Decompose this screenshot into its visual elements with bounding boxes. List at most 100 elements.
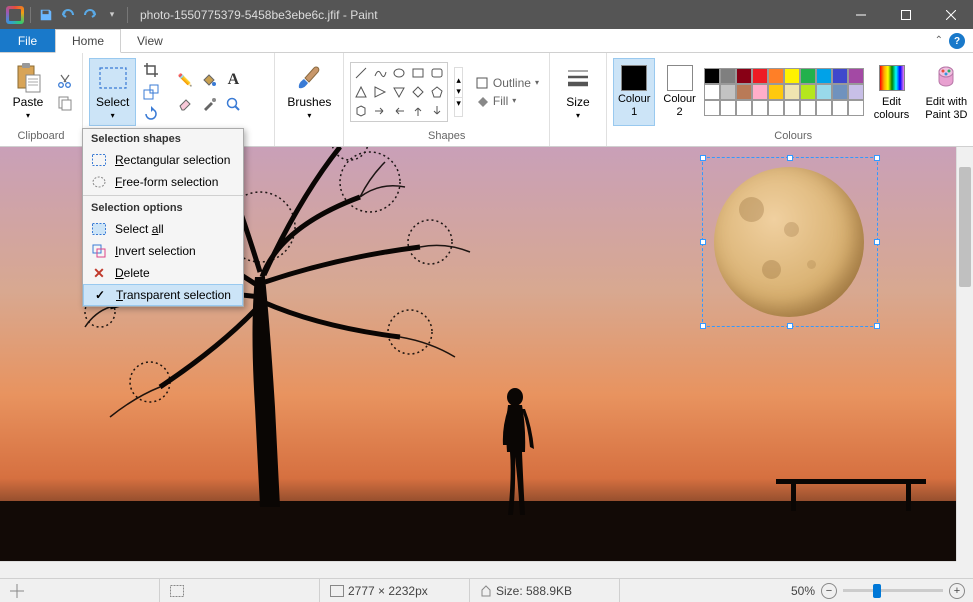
colour-swatch[interactable] (784, 84, 800, 100)
colour-swatch[interactable] (816, 68, 832, 84)
redo-icon[interactable] (81, 6, 99, 24)
close-button[interactable] (928, 0, 973, 29)
zoom-in-button[interactable]: + (949, 583, 965, 599)
selection-handle-n[interactable] (787, 155, 793, 161)
selection-handle-sw[interactable] (700, 323, 706, 329)
app-icon (6, 6, 24, 24)
minimize-button[interactable] (838, 0, 883, 29)
shape-outline-button[interactable]: Outline ▾ (471, 75, 543, 91)
selection-handle-s[interactable] (787, 323, 793, 329)
colour-swatch[interactable] (704, 84, 720, 100)
colour-swatch[interactable] (736, 68, 752, 84)
colour-swatch[interactable] (816, 100, 832, 116)
selection-handle-se[interactable] (874, 323, 880, 329)
selection-handle-ne[interactable] (874, 155, 880, 161)
menu-invert-selection[interactable]: Invert selection (83, 240, 243, 262)
menu-delete[interactable]: ✕ Delete (83, 262, 243, 284)
group-label-colours: Colours (774, 128, 812, 144)
dropdown-header-options: Selection options (83, 198, 243, 218)
size-button[interactable]: Size▾ (556, 58, 600, 126)
colour-picker-tool[interactable] (198, 93, 220, 115)
colour-swatch[interactable] (800, 68, 816, 84)
colour-2-button[interactable]: Colour 2 (659, 58, 699, 126)
statusbar: 2777 × 2232px Size: 588.9KB 50% − + (0, 578, 973, 602)
menu-select-all[interactable]: Select all (83, 218, 243, 240)
colour-swatch[interactable] (752, 84, 768, 100)
magnifier-tool[interactable] (222, 93, 244, 115)
colour-swatch[interactable] (704, 100, 720, 116)
colour-swatch[interactable] (752, 100, 768, 116)
colour-swatch[interactable] (720, 100, 736, 116)
status-image-dimensions: 2777 × 2232px (320, 579, 470, 602)
resize-icon[interactable] (142, 83, 160, 101)
minimize-ribbon-icon[interactable]: ⌃ (935, 35, 943, 46)
shapes-gallery[interactable] (350, 62, 448, 122)
undo-icon[interactable] (59, 6, 77, 24)
colour-swatch[interactable] (784, 68, 800, 84)
edit-colours-button[interactable]: Edit colours (868, 58, 915, 126)
selection-box[interactable] (702, 157, 878, 327)
selection-handle-w[interactable] (700, 239, 706, 245)
colour-swatch[interactable] (800, 100, 816, 116)
select-icon (97, 62, 129, 94)
checkmark-icon: ✓ (92, 287, 108, 303)
colour-swatch[interactable] (848, 84, 864, 100)
pencil-tool[interactable]: ✏️ (174, 69, 196, 91)
select-all-icon (91, 221, 107, 237)
colour-swatch[interactable] (768, 100, 784, 116)
selection-handle-nw[interactable] (700, 155, 706, 161)
rotate-icon[interactable] (142, 105, 160, 123)
menu-free-form-selection[interactable]: Free-form selection (83, 171, 243, 193)
colour-swatch[interactable] (848, 100, 864, 116)
colour-swatch[interactable] (832, 68, 848, 84)
colour-swatch[interactable] (704, 68, 720, 84)
colour-swatch[interactable] (816, 84, 832, 100)
colour-1-button[interactable]: Colour 1 (613, 58, 655, 126)
vertical-scrollbar[interactable] (956, 147, 973, 561)
zoom-slider[interactable] (843, 589, 943, 592)
colour-swatch[interactable] (848, 68, 864, 84)
maximize-button[interactable] (883, 0, 928, 29)
text-tool[interactable]: A (222, 69, 244, 91)
colour-palette[interactable] (704, 68, 864, 116)
colour-swatch[interactable] (784, 100, 800, 116)
zoom-out-button[interactable]: − (821, 583, 837, 599)
tab-view[interactable]: View (121, 29, 180, 52)
tab-home[interactable]: Home (55, 29, 121, 53)
shape-fill-button[interactable]: Fill ▾ (471, 93, 543, 109)
size-icon (562, 62, 594, 94)
menu-rectangular-selection[interactable]: Rectangular selection (83, 149, 243, 171)
colour-swatch[interactable] (832, 84, 848, 100)
crop-icon[interactable] (142, 61, 160, 79)
menu-transparent-selection[interactable]: ✓ Transparent selection (83, 284, 243, 306)
paste-button[interactable]: Paste▾ (6, 58, 50, 126)
help-icon[interactable]: ? (949, 33, 965, 49)
rectangular-selection-icon (91, 152, 107, 168)
paint-3d-button[interactable]: Edit with Paint 3D (919, 58, 973, 126)
dropdown-header-shapes: Selection shapes (83, 129, 243, 149)
tab-file[interactable]: File (0, 29, 55, 52)
status-file-size: Size: 588.9KB (470, 579, 620, 602)
colour-swatch[interactable] (720, 84, 736, 100)
horizontal-scrollbar[interactable] (0, 561, 956, 578)
colour-swatch[interactable] (768, 68, 784, 84)
brushes-button[interactable]: Brushes▾ (281, 58, 337, 126)
colour-swatch[interactable] (736, 100, 752, 116)
copy-icon[interactable] (56, 94, 74, 112)
colour-swatch[interactable] (736, 84, 752, 100)
edit-colours-icon (876, 62, 908, 94)
select-button[interactable]: Select▾ (89, 58, 136, 126)
colour-swatch[interactable] (832, 100, 848, 116)
cut-icon[interactable] (56, 72, 74, 90)
eraser-tool[interactable] (174, 93, 196, 115)
selection-handle-e[interactable] (874, 239, 880, 245)
group-label-clipboard: Clipboard (17, 128, 64, 144)
save-icon[interactable] (37, 6, 55, 24)
colour-swatch[interactable] (720, 68, 736, 84)
status-cursor-position (0, 579, 160, 602)
qat-customize-icon[interactable]: ▾ (103, 6, 121, 24)
colour-swatch[interactable] (752, 68, 768, 84)
fill-tool[interactable] (198, 69, 220, 91)
colour-swatch[interactable] (768, 84, 784, 100)
colour-swatch[interactable] (800, 84, 816, 100)
